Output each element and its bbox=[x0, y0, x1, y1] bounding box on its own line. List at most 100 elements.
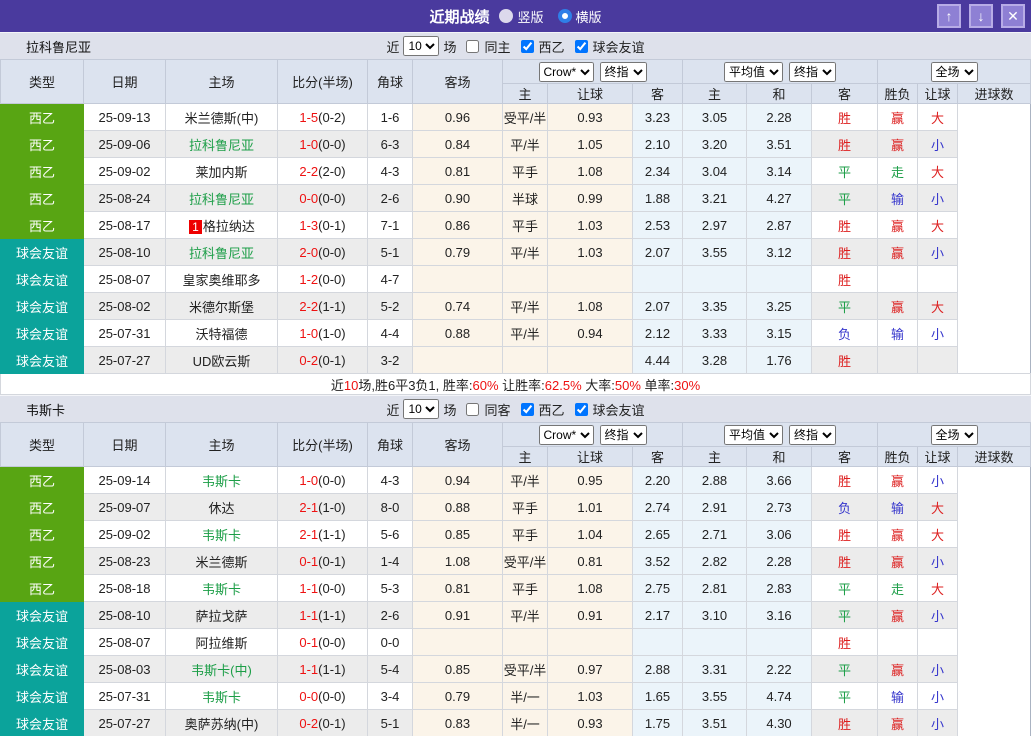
away-odds-cell: 0.81 bbox=[547, 547, 633, 575]
avg-home-cell: 2.10 bbox=[631, 130, 684, 158]
same-venue-checkbox[interactable] bbox=[466, 402, 480, 416]
handicap-result-cell: 走 bbox=[877, 157, 919, 185]
bookmaker-select[interactable]: Crow* bbox=[538, 424, 594, 445]
sub-away: 客 bbox=[631, 446, 684, 467]
recent-count-select[interactable]: 10 bbox=[403, 399, 440, 419]
corner-cell: 3-2 bbox=[367, 346, 413, 374]
summary-segment: 10 bbox=[343, 377, 359, 393]
home-team-cell: 米德尔斯堡 bbox=[165, 292, 278, 320]
league-checkbox[interactable] bbox=[520, 402, 534, 416]
radio-selected-icon[interactable] bbox=[557, 9, 572, 23]
average-stage-select[interactable]: 终指 bbox=[789, 424, 837, 445]
friendly-checkbox[interactable] bbox=[574, 39, 588, 53]
section-summary: 近10场,胜6平3负1, 胜率:60% 让胜率:62.5% 大率:50% 单率:… bbox=[0, 373, 1031, 395]
radio-vertical-label: 竖版 bbox=[517, 9, 544, 25]
corner-cell: 8-0 bbox=[367, 493, 413, 521]
league-checkbox[interactable] bbox=[520, 39, 534, 53]
score-cell: 2-0(0-0) bbox=[277, 238, 368, 266]
col-type: 类型 bbox=[0, 59, 84, 104]
bookmaker-select[interactable]: Crow* bbox=[538, 61, 594, 82]
home-odds-cell: 0.88 bbox=[412, 493, 503, 521]
radio-horizontal-label: 横版 bbox=[575, 9, 602, 25]
handicap-cell: 平手 bbox=[502, 211, 548, 239]
avg-draw-cell: 3.04 bbox=[682, 157, 748, 185]
avg-draw-cell: 3.10 bbox=[682, 601, 748, 629]
home-team-cell: 奥萨苏纳(中) bbox=[165, 709, 278, 736]
handicap-cell: 平手 bbox=[502, 493, 548, 521]
home-team-cell: 韦斯卡 bbox=[165, 682, 278, 710]
handicap-result-cell: 走 bbox=[877, 574, 919, 602]
match-date: 25-08-07 bbox=[83, 628, 166, 656]
same-venue-checkbox[interactable] bbox=[466, 39, 480, 53]
match-type-badge: 西乙 bbox=[0, 184, 84, 212]
page-title: 近期战绩 bbox=[429, 8, 490, 26]
away-odds-cell: 1.08 bbox=[547, 157, 633, 185]
team-label: 韦斯卡 bbox=[201, 689, 241, 705]
goals-result-cell: 小 bbox=[917, 655, 959, 683]
sub-let: 让球 bbox=[917, 446, 959, 467]
goals-result-cell: 小 bbox=[917, 319, 959, 347]
fullmatch-select[interactable]: 全场 bbox=[930, 424, 978, 445]
match-date: 25-09-07 bbox=[83, 493, 166, 521]
fullmatch-select[interactable]: 全场 bbox=[930, 61, 978, 82]
odds-stage-select[interactable]: 终指 bbox=[599, 61, 647, 82]
col-away: 客场 bbox=[412, 422, 503, 467]
match-date: 25-07-31 bbox=[83, 319, 166, 347]
radio-horizontal-layout[interactable]: 横版 bbox=[557, 7, 602, 26]
team-name: 拉科鲁尼亚 bbox=[26, 39, 92, 55]
radio-unselected-icon[interactable] bbox=[499, 9, 514, 23]
goals-result-cell: 大 bbox=[917, 157, 959, 185]
avg-away-cell: 2.28 bbox=[746, 103, 813, 131]
away-odds-cell: 1.03 bbox=[547, 211, 633, 239]
recent-count-select[interactable]: 10 bbox=[403, 36, 440, 56]
near-label: 近 bbox=[386, 402, 400, 418]
col-score: 比分(半场) bbox=[277, 59, 368, 104]
handicap-result-cell bbox=[877, 346, 919, 374]
friendly-checkbox[interactable] bbox=[574, 402, 588, 416]
away-odds-cell: 1.01 bbox=[547, 493, 633, 521]
corner-cell: 5-4 bbox=[367, 655, 413, 683]
team-label: 拉科鲁尼亚 bbox=[188, 191, 254, 207]
move-down-button[interactable]: ↓ bbox=[969, 4, 993, 28]
avg-home-cell: 2.74 bbox=[631, 493, 684, 521]
home-team-cell: 韦斯卡(中) bbox=[165, 655, 278, 683]
home-team-cell: 韦斯卡 bbox=[165, 466, 278, 494]
average-stage-select[interactable]: 终指 bbox=[789, 61, 837, 82]
handicap-result-cell: 赢 bbox=[877, 466, 919, 494]
score-cell: 1-2(0-0) bbox=[277, 265, 368, 293]
radio-vertical-layout[interactable]: 竖版 bbox=[499, 7, 544, 26]
handicap-cell bbox=[502, 346, 548, 374]
sub-avg-draw: 和 bbox=[746, 446, 813, 467]
team-label: 阿拉维斯 bbox=[195, 635, 248, 651]
goals-result-cell: 大 bbox=[917, 493, 959, 521]
handicap-result-cell bbox=[877, 265, 919, 293]
result-cell: 平 bbox=[811, 655, 879, 683]
result-cell: 负 bbox=[811, 319, 879, 347]
home-odds-cell: 1.08 bbox=[412, 547, 503, 575]
friendly-label: 球会友谊 bbox=[592, 39, 645, 55]
match-row: 球会友谊 25-08-07 皇家奥维耶多 1-2(0-0) 4-7 胜 bbox=[0, 265, 1031, 293]
col-score: 比分(半场) bbox=[277, 422, 368, 467]
result-cell: 平 bbox=[811, 682, 879, 710]
games-label: 场 bbox=[443, 39, 457, 55]
avg-home-cell: 3.23 bbox=[631, 103, 684, 131]
move-up-button[interactable]: ↑ bbox=[937, 4, 961, 28]
sub-avg-draw: 和 bbox=[746, 83, 813, 104]
home-team-cell: 拉科鲁尼亚 bbox=[165, 238, 278, 266]
summary-segment: 单率: bbox=[640, 377, 675, 393]
close-button[interactable]: ✕ bbox=[1001, 4, 1025, 28]
odds-stage-select[interactable]: 终指 bbox=[599, 424, 647, 445]
match-row: 西乙 25-08-18 韦斯卡 1-1(0-0) 5-3 0.81 平手 1.08 2.75 2.… bbox=[0, 574, 1031, 602]
handicap-cell: 平手 bbox=[502, 574, 548, 602]
match-type-badge: 球会友谊 bbox=[0, 628, 84, 656]
corner-cell: 1-4 bbox=[367, 547, 413, 575]
match-type-badge: 西乙 bbox=[0, 574, 84, 602]
average-select[interactable]: 平均值 bbox=[724, 61, 784, 82]
handicap-cell: 平手 bbox=[502, 520, 548, 548]
home-team-cell: 拉科鲁尼亚 bbox=[165, 130, 278, 158]
average-group-header: 平均值 终指 bbox=[682, 422, 879, 447]
league-label: 西乙 bbox=[538, 39, 565, 55]
handicap-cell: 平/半 bbox=[502, 466, 548, 494]
match-date: 25-07-27 bbox=[83, 709, 166, 736]
average-select[interactable]: 平均值 bbox=[724, 424, 784, 445]
